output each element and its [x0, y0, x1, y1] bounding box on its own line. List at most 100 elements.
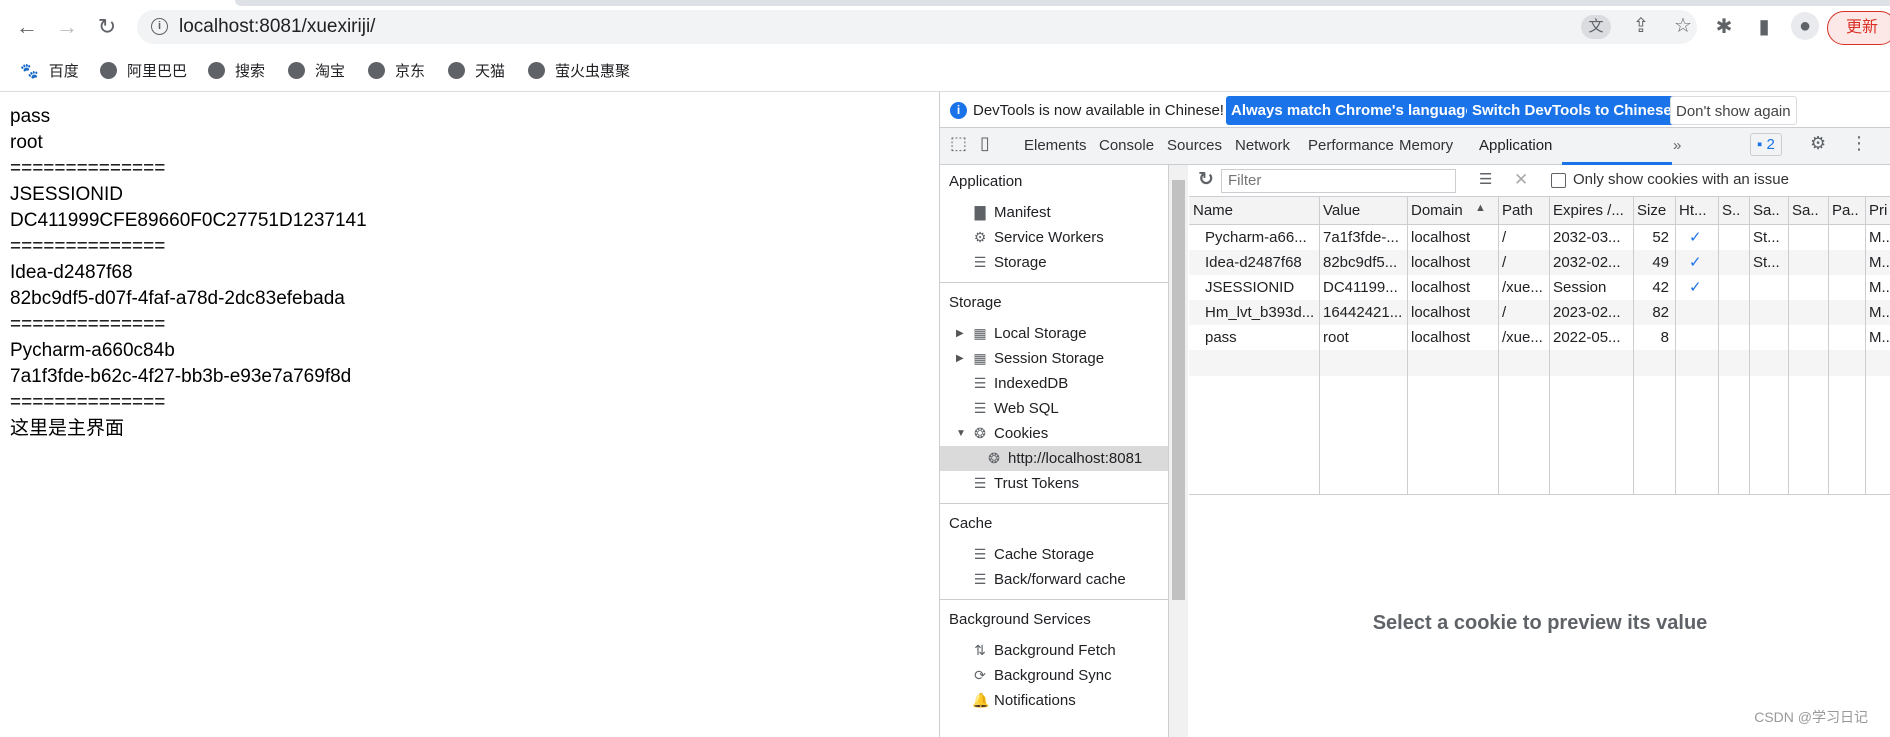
more-tabs-icon[interactable]: »	[1673, 137, 1681, 154]
column-header-3[interactable]: Path	[1498, 197, 1533, 225]
side-panel-icon[interactable]: ▮	[1750, 14, 1778, 39]
column-header-8[interactable]: Sa..	[1749, 197, 1780, 225]
tab-memory[interactable]: Memory	[1399, 137, 1453, 154]
globe-icon	[368, 62, 385, 79]
update-button[interactable]: 更新	[1827, 11, 1890, 45]
table-row[interactable]: Idea-d2487f68 82bc9df5... localhost / 2032-0…	[1189, 250, 1890, 276]
column-header-7[interactable]: S..	[1718, 197, 1740, 225]
bookmark-item[interactable]: 🐾 百度	[20, 60, 79, 81]
table-row[interactable]: JSESSIONID DC41199... localhost/xue... Sess…	[1189, 275, 1890, 301]
only-issues-checkbox[interactable]	[1551, 173, 1566, 188]
gear-icon: ⚙	[973, 229, 987, 245]
refresh-icon[interactable]: ↻	[1198, 168, 1214, 191]
sidebar-item-indexeddb[interactable]: ☰ IndexedDB	[940, 371, 1168, 396]
sidebar-item-label: Cookies	[994, 425, 1049, 442]
forward-button[interactable]: →	[54, 14, 80, 40]
cell-size: 8	[1660, 329, 1669, 346]
profile-avatar[interactable]: ●	[1791, 12, 1819, 40]
bookmark-item[interactable]: 淘宝	[288, 60, 345, 81]
cell-value: 16442421...	[1323, 304, 1403, 321]
tab-console[interactable]: Console	[1099, 137, 1154, 154]
column-divider[interactable]	[1407, 197, 1408, 494]
page-line: 这里是主界面	[10, 418, 125, 439]
sidebar-item-http-localhost-8081[interactable]: ❂ http://localhost:8081	[940, 446, 1168, 471]
column-header-5[interactable]: Size	[1633, 197, 1666, 225]
switch-chinese-button[interactable]: Switch DevTools to Chinese	[1467, 96, 1677, 125]
sidebar-item-manifest[interactable]: ▇ Manifest	[940, 200, 1168, 225]
tab-application[interactable]: Application	[1479, 137, 1552, 154]
sidebar-item-background-fetch[interactable]: ⇅ Background Fetch	[940, 638, 1168, 663]
sidebar-item-background-sync[interactable]: ⟳ Background Sync	[940, 663, 1168, 688]
share-icon[interactable]: ⇪	[1627, 13, 1655, 38]
tab-performance[interactable]: Performance	[1308, 137, 1394, 154]
expand-arrow-icon[interactable]: ▶	[956, 346, 964, 371]
column-divider[interactable]	[1633, 197, 1634, 494]
tab-sources[interactable]: Sources	[1167, 137, 1222, 154]
sidebar-item-label: Storage	[994, 254, 1047, 271]
expand-arrow-icon[interactable]: ▶	[956, 321, 964, 346]
bookmark-item[interactable]: 萤火虫惠聚	[528, 60, 630, 81]
sidebar-item-local-storage[interactable]: ▶ ▦ Local Storage	[940, 321, 1168, 346]
sidebar-item-cache-storage[interactable]: ☰ Cache Storage	[940, 542, 1168, 567]
sidebar-item-trust-tokens[interactable]: ☰ Trust Tokens	[940, 471, 1168, 496]
column-header-6[interactable]: Ht...	[1675, 197, 1707, 225]
delete-icon[interactable]: ✕	[1514, 170, 1528, 190]
column-header-0[interactable]: Name	[1189, 197, 1233, 225]
column-header-1[interactable]: Value	[1319, 197, 1360, 225]
more-options-icon[interactable]: ⋮	[1850, 133, 1868, 154]
bookmark-item[interactable]: 京东	[368, 60, 425, 81]
table-row[interactable]: Pycharm-a66... 7a1f3fde-... localhost / 2032…	[1189, 225, 1890, 251]
site-info-icon[interactable]: i	[151, 18, 168, 35]
back-button[interactable]: ←	[14, 14, 40, 40]
sidebar-section-storage: Storage	[949, 294, 1002, 311]
column-divider[interactable]	[1828, 197, 1829, 494]
column-header-10[interactable]: Pa..	[1828, 197, 1859, 225]
sidebar-item-back-forward-cache[interactable]: ☰ Back/forward cache	[940, 567, 1168, 592]
column-header-4[interactable]: Expires /...	[1549, 197, 1624, 225]
match-language-button[interactable]: Always match Chrome's language	[1226, 96, 1479, 125]
settings-gear-icon[interactable]: ⚙	[1810, 133, 1826, 154]
column-header-2[interactable]: Domain	[1407, 197, 1463, 225]
sidebar-item-notifications[interactable]: 🔔 Notifications	[940, 688, 1168, 713]
column-divider[interactable]	[1865, 197, 1866, 494]
column-divider[interactable]	[1498, 197, 1499, 494]
sort-ascending-icon[interactable]: ▲	[1475, 202, 1486, 214]
sidebar-item-web-sql[interactable]: ☰ Web SQL	[940, 396, 1168, 421]
column-divider[interactable]	[1549, 197, 1550, 494]
clear-filtered-icon[interactable]: ☰	[1479, 170, 1492, 188]
column-header-9[interactable]: Sa..	[1788, 197, 1819, 225]
tab-elements[interactable]: Elements	[1024, 137, 1087, 154]
sidebar-item-session-storage[interactable]: ▶ ▦ Session Storage	[940, 346, 1168, 371]
column-divider[interactable]	[1718, 197, 1719, 494]
table-row[interactable]: pass root localhost/xue... 2022-05... 8 M..	[1189, 325, 1890, 351]
bookmark-item[interactable]: 阿里巴巴	[100, 60, 187, 81]
bookmark-item[interactable]: 天猫	[448, 60, 505, 81]
star-icon[interactable]: ☆	[1669, 13, 1697, 38]
dont-show-again-button[interactable]: Don't show again	[1670, 96, 1797, 125]
collapse-arrow-icon[interactable]: ▼	[956, 421, 966, 446]
filter-input[interactable]: Filter	[1221, 169, 1456, 193]
globe-icon	[100, 62, 117, 79]
sidebar-item-service-workers[interactable]: ⚙ Service Workers	[940, 225, 1168, 250]
inspect-element-icon[interactable]: ⬚	[950, 133, 967, 154]
translate-icon[interactable]: 文	[1581, 15, 1611, 39]
reload-button[interactable]: ↻	[94, 14, 120, 40]
tab-network[interactable]: Network	[1235, 137, 1290, 154]
issues-badge[interactable]: ▪ 2	[1750, 133, 1782, 156]
device-toolbar-icon[interactable]: ▯	[980, 133, 990, 154]
devtools-tabbar: ⬚ ▯ Elements Console Sources Network Perform…	[940, 128, 1890, 165]
sidebar-scrollbar[interactable]	[1169, 165, 1188, 737]
table-row[interactable]: Hm_lvt_b393d... 16442421... localhost / 2023…	[1189, 300, 1890, 326]
sidebar-item-storage[interactable]: ☰ Storage	[940, 250, 1168, 275]
column-divider[interactable]	[1675, 197, 1676, 494]
column-divider[interactable]	[1319, 197, 1320, 494]
bookmark-item[interactable]: 搜索	[208, 60, 265, 81]
column-divider[interactable]	[1788, 197, 1789, 494]
extensions-icon[interactable]: ✱	[1710, 14, 1738, 39]
cell-pri: M..	[1869, 279, 1890, 296]
sidebar-item-label: Cache Storage	[994, 546, 1095, 563]
address-bar[interactable]: i localhost:8081/xuexiriji/ 文 ⇪ ☆	[137, 10, 1697, 44]
column-header-11[interactable]: Pri	[1865, 197, 1887, 225]
column-divider[interactable]	[1749, 197, 1750, 494]
sidebar-item-cookies[interactable]: ▼ ❂ Cookies	[940, 421, 1168, 446]
